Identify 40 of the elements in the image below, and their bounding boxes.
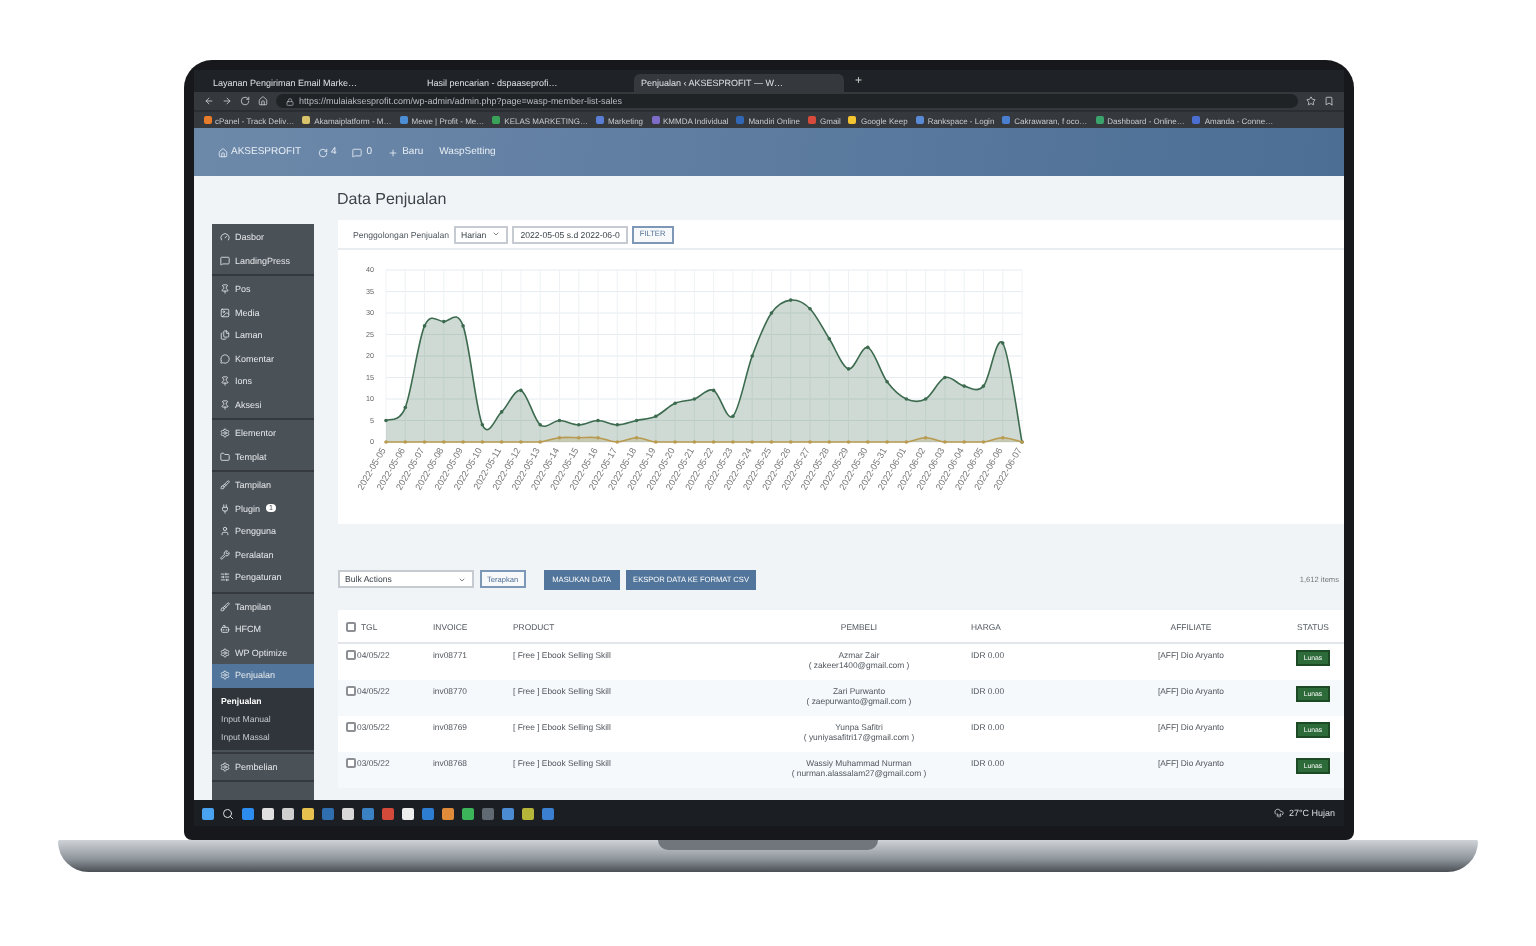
speech-bubble-icon: [219, 255, 229, 266]
comment-icon: [352, 147, 363, 157]
pin-icon: [219, 284, 229, 295]
robot-icon: [219, 624, 229, 635]
pin-icon: [219, 376, 229, 387]
lock-icon: [285, 97, 293, 105]
start-icon[interactable]: [201, 807, 213, 819]
checkbox[interactable]: [345, 722, 355, 732]
plug-icon: [219, 503, 229, 514]
home-icon: [217, 147, 227, 157]
checkbox[interactable]: [345, 686, 355, 696]
dashboard-icon: [219, 232, 229, 243]
pin-icon: [219, 399, 229, 410]
bookmark-icon[interactable]: [1323, 96, 1333, 106]
search-icon[interactable]: [221, 807, 233, 819]
refresh-icon: [317, 147, 328, 157]
brush-icon: [219, 480, 229, 491]
reload-icon[interactable]: [239, 96, 249, 106]
forward-icon[interactable]: [221, 96, 231, 106]
plus-icon: [388, 147, 399, 157]
gear-icon: [219, 428, 229, 439]
checkbox[interactable]: [345, 621, 355, 631]
checkbox[interactable]: [345, 758, 355, 768]
comment-icon: [219, 353, 229, 364]
checkbox[interactable]: [345, 650, 355, 660]
wrench-icon: [219, 549, 229, 560]
home-icon[interactable]: [257, 96, 267, 106]
gear-icon: [219, 761, 229, 772]
cloud-rain-icon: [1274, 808, 1285, 818]
gear-icon: [219, 647, 229, 658]
star-icon[interactable]: [1305, 96, 1315, 106]
sliders-icon: [219, 572, 229, 583]
image-icon: [219, 307, 229, 318]
page-title: Data Penjualan: [337, 187, 449, 212]
back-icon[interactable]: [203, 96, 213, 106]
folder-icon: [219, 451, 229, 462]
user-icon: [219, 526, 229, 537]
pages-icon: [219, 330, 229, 341]
gear-icon: [219, 670, 229, 681]
brush-icon: [219, 601, 229, 612]
